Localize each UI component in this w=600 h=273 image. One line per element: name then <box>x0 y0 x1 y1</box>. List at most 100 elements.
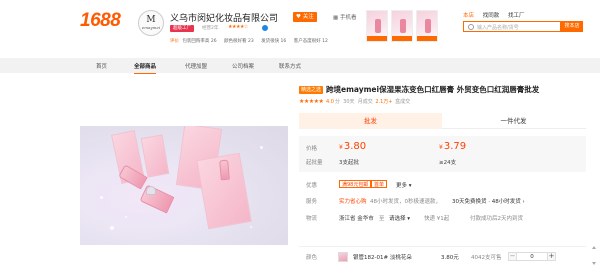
scroll-down-icon[interactable] <box>592 262 596 265</box>
metric-item: 颜色很好看 23 <box>224 39 254 44</box>
promo-thumbnail[interactable] <box>416 10 438 42</box>
reviews-label: 30天 <box>343 99 355 105</box>
currency-symbol: ¥ <box>339 144 343 151</box>
tier-moq: ≥24支 <box>439 160 457 166</box>
scope-similar[interactable]: 找同款 <box>483 13 500 19</box>
search-placeholder: 输入产品名称/货号 <box>477 25 519 31</box>
shop-metrics: 评价 包装回购率高 26 颜色很好看 23 发货很快 16 客户态度很好 12 <box>170 38 334 44</box>
shop-rating-stars: ★★★★☆ <box>228 24 248 30</box>
rating-row: ★★★★★ 4.0分 30天 月成交 2.1万+ 盒成交 <box>299 98 410 105</box>
nav-home[interactable]: 首页 <box>96 62 107 70</box>
metrics-label: 评价 <box>170 39 179 44</box>
nav-all-products[interactable]: 全部商品 <box>134 62 157 74</box>
ship-to-select[interactable]: 请选择 ▾ <box>389 214 410 222</box>
scroll-up-icon[interactable] <box>592 246 596 249</box>
color-name[interactable]: 银管182-01# 淡桃花朵 <box>353 253 412 261</box>
shop-header: 1688 M emaymei 义乌市闵妃化妆品有限公司 ♥ 关注 ▦ 手机看 超… <box>0 0 600 54</box>
logistics-label: 物流 <box>306 216 318 222</box>
color-label: 颜色 <box>306 255 318 261</box>
sku-scroll[interactable] <box>592 230 597 270</box>
product-title: 跨境emaymei保湿果冻变色口红唇膏 外贸变色口红润唇膏批发 <box>326 85 540 94</box>
rating-suffix: 分 <box>334 99 340 105</box>
tier-price: ¥3.80 <box>339 141 366 152</box>
sparkle <box>260 146 263 149</box>
shop-avatar-mono: M <box>146 15 156 25</box>
guarantee-text: 48小时发货，0秒极速退款， <box>370 199 441 205</box>
sold-suffix: 盒成交 <box>395 99 411 105</box>
search-input[interactable]: 输入产品名称/货号 <box>463 21 561 32</box>
price-box: 价格 起批量 ¥3.80 3支起批 ¥3.79 ≥24支 <box>299 136 586 172</box>
delivery-note: 付款成功后2天内到货 <box>470 216 523 222</box>
promo-chip[interactable]: 首单 <box>371 180 388 188</box>
nav-company-profile[interactable]: 公司档案 <box>232 62 254 70</box>
search-icon <box>468 24 474 30</box>
thumb-tag <box>392 36 412 41</box>
tab-wholesale[interactable]: 批发 <box>299 113 442 129</box>
rating-value[interactable]: 4.0 <box>326 99 334 105</box>
shop-avatar[interactable]: M emaymei <box>138 10 164 36</box>
shop-nav: 首页 全部商品 代理加盟 公司档案 联系方式 <box>0 58 600 74</box>
years-label: 经营2年 <box>202 26 219 31</box>
sparkle <box>100 196 103 199</box>
promo-chip[interactable]: 满98元包邮 <box>339 180 372 188</box>
shop-avatar-script: emaymei <box>141 25 161 30</box>
vip-badge: 超级工厂 <box>170 25 194 32</box>
metric-item: 发货很快 16 <box>261 39 287 44</box>
tab-dropship[interactable]: 一件代发 <box>442 113 585 129</box>
promo-thumbnail[interactable] <box>391 10 413 42</box>
guarantee-highlight[interactable]: 实力省心购 <box>339 197 367 205</box>
title-badge: 精选之选 <box>299 86 324 94</box>
rating-stars: ★★★★★ <box>299 98 324 105</box>
lipstick <box>118 164 148 190</box>
ship-from: 浙江省 金华市 <box>339 216 374 222</box>
nav-contact[interactable]: 联系方式 <box>279 62 301 70</box>
promo-more[interactable]: 更多 ▾ <box>396 181 412 189</box>
lipstick-heart-charm <box>146 186 156 195</box>
sold-prefix: 月成交 <box>357 99 373 105</box>
scope-this-shop[interactable]: 本店 <box>463 13 474 19</box>
site-logo[interactable]: 1688 <box>80 10 121 32</box>
promo-thumbnails <box>366 10 438 42</box>
metric-item: 包装回购率高 26 <box>182 39 217 44</box>
ship-to-prefix: 至 <box>379 216 385 222</box>
color-swatch[interactable] <box>338 252 348 262</box>
promo-label: 优惠 <box>306 183 318 189</box>
shop-name[interactable]: 义乌市闵妃化妆品有限公司 <box>170 11 278 24</box>
qty-input[interactable]: 0 <box>517 252 547 261</box>
sold-count: 2.1万+ <box>375 99 393 105</box>
sparkle <box>125 216 127 218</box>
follow-label: 关注 <box>302 14 314 20</box>
product-main-image[interactable] <box>80 126 288 245</box>
mobile-view-label: 手机看 <box>339 15 357 21</box>
qr-icon: ▦ <box>333 15 339 21</box>
metric-item: 客户态度很好 12 <box>293 39 328 44</box>
tier-price-value: 3.79 <box>443 141 467 152</box>
scope-factory[interactable]: 找工厂 <box>508 13 525 19</box>
price-label: 价格 <box>306 146 318 152</box>
qty-increment-button[interactable]: + <box>547 252 556 261</box>
tier-moq: 3支起批 <box>339 160 359 166</box>
tier-price: ¥3.79 <box>439 141 466 152</box>
moq-label: 起批量 <box>306 160 323 166</box>
express-fee: 快递 ¥1起 <box>424 216 450 222</box>
qty-decrement-button[interactable]: − <box>508 252 517 261</box>
search-scope-links: 本店 找同款 找工厂 <box>463 11 532 19</box>
sparkle <box>110 226 114 230</box>
lipstick <box>139 184 175 214</box>
search-button[interactable]: 搜本店 <box>561 21 583 32</box>
lipstick <box>219 159 230 181</box>
sku-price: 3.80元 <box>441 255 459 261</box>
nav-agency[interactable]: 代理加盟 <box>185 62 207 70</box>
verified-icon <box>262 25 268 31</box>
sparkle <box>250 226 252 228</box>
sku-stock: 4042支可售 <box>471 255 502 261</box>
tier-price-value: 3.80 <box>343 141 367 152</box>
guarantee-label: 服务 <box>306 199 318 205</box>
mobile-view-link[interactable]: ▦ 手机看 <box>333 13 356 21</box>
follow-button[interactable]: ♥ 关注 <box>293 12 317 22</box>
thumb-tag <box>367 36 387 41</box>
currency-symbol: ¥ <box>439 144 443 151</box>
purchase-mode-tabs: 批发 一件代发 <box>299 113 586 129</box>
promo-thumbnail[interactable] <box>366 10 388 42</box>
guarantee-extra[interactable]: 30天免费换货 · 48小时发货 › <box>452 197 525 205</box>
